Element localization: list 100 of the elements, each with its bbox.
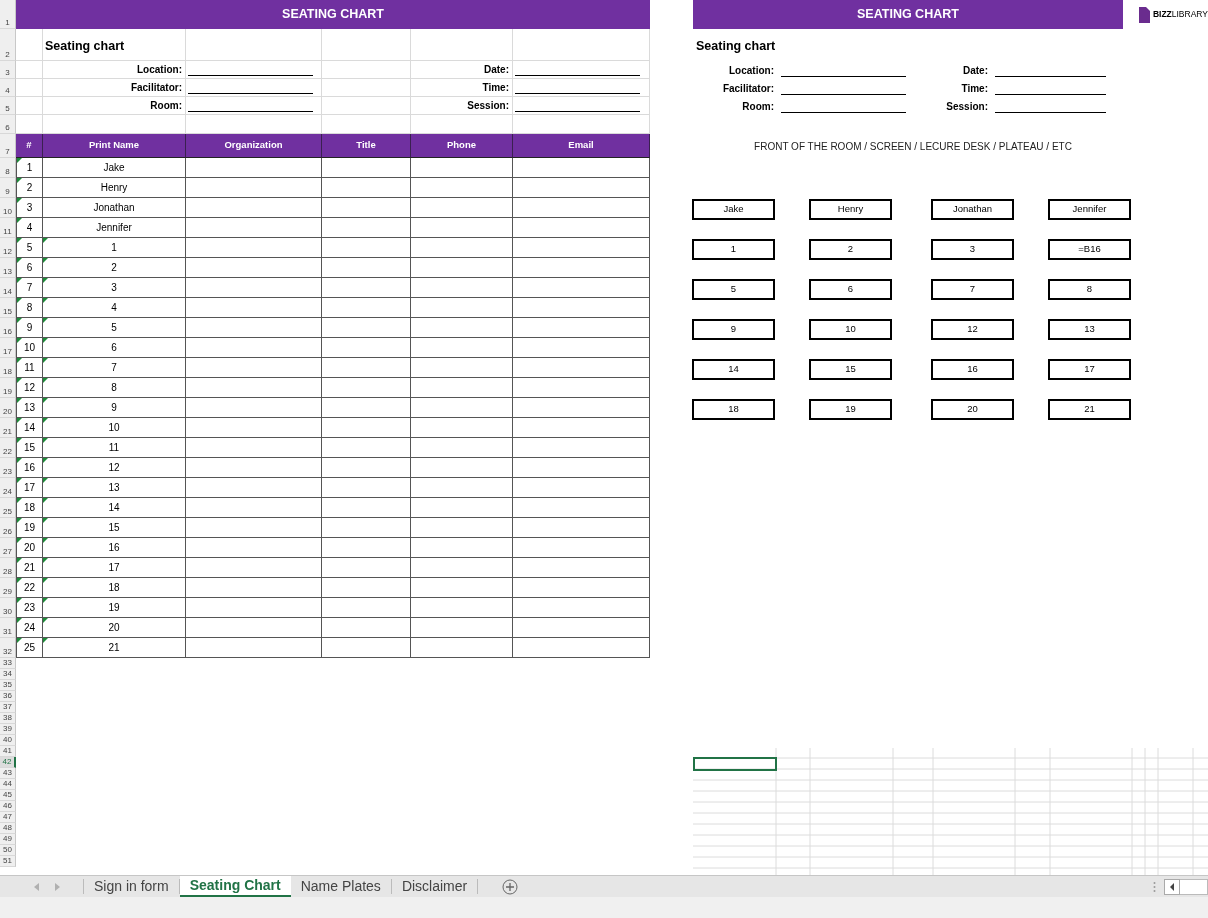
row-header[interactable]: 9 [0,178,16,198]
row-header[interactable]: 34 [0,669,16,680]
sheet-title: SEATING CHART [16,0,650,29]
row-header[interactable]: 29 [0,578,16,598]
row-header[interactable]: 36 [0,691,16,702]
row-header[interactable]: 12 [0,238,16,258]
row-header[interactable]: 8 [0,158,16,178]
row-header[interactable]: 7 [0,134,16,158]
table-cell: 2 [16,178,43,198]
column-header: Phone [411,134,513,158]
row-header[interactable]: 6 [0,115,16,134]
row-header[interactable]: 35 [0,680,16,691]
row-header[interactable]: 21 [0,418,16,438]
row-header[interactable]: 38 [0,713,16,724]
row-header[interactable]: 33 [0,658,16,669]
row-header[interactable]: 23 [0,458,16,478]
sheet-tab[interactable]: Name Plates [290,879,392,894]
seat-box: 13 [1048,318,1131,340]
table-cell: 20 [16,538,43,558]
table-cell: Jake [43,158,186,178]
row-header[interactable]: 49 [0,834,16,845]
seat-box: 20 [931,398,1014,420]
sheet-tab[interactable]: Sign in form [84,879,180,894]
row-header[interactable]: 1 [0,0,16,29]
row-header[interactable]: 46 [0,801,16,812]
row-header[interactable]: 40 [0,735,16,746]
seat-box: 21 [1048,398,1131,420]
row-header[interactable]: 2 [0,29,16,61]
table-cell: 3 [16,198,43,218]
seat-box: 12 [931,318,1014,340]
sheet-tab[interactable]: Seating Chart [179,876,291,897]
table-cell: 23 [16,598,43,618]
seat-box: Jake [692,198,775,220]
row-header[interactable]: 19 [0,378,16,398]
row-header[interactable]: 32 [0,638,16,658]
seat-box: 5 [692,278,775,300]
field-label: Facilitator: [721,82,774,97]
table-cell: 5 [16,238,43,258]
seat-box: 9 [692,318,775,340]
seat-box: 7 [931,278,1014,300]
row-header[interactable]: 28 [0,558,16,578]
table-cell: 1 [16,158,43,178]
seat-box: 2 [809,238,892,260]
field-label: Date: [411,61,513,79]
table-cell: 14 [16,418,43,438]
row-header[interactable]: 27 [0,538,16,558]
table-cell: 17 [43,558,186,578]
sheet-title: SEATING CHART [693,0,1123,29]
row-header[interactable]: 43 [0,768,16,779]
table-cell: 3 [43,278,186,298]
table-cell: 7 [43,358,186,378]
row-header[interactable]: 25 [0,498,16,518]
row-header[interactable]: 41 [0,746,16,757]
field-label: Time: [411,79,513,97]
row-header[interactable]: 22 [0,438,16,458]
column-header: Organization [186,134,322,158]
row-header[interactable]: 31 [0,618,16,638]
row-header[interactable]: 24 [0,478,16,498]
row-header[interactable]: 26 [0,518,16,538]
seat-box: 17 [1048,358,1131,380]
row-header[interactable]: 18 [0,358,16,378]
row-header[interactable]: 45 [0,790,16,801]
seat-box: 14 [692,358,775,380]
row-header[interactable]: 44 [0,779,16,790]
horizontal-scrollbar[interactable] [1180,878,1208,895]
row-header[interactable]: 3 [0,61,16,79]
row-header[interactable]: 13 [0,258,16,278]
sheet-tab[interactable]: Disclaimer [391,879,479,894]
scroll-left-icon[interactable] [1164,878,1180,895]
selected-cell[interactable] [693,757,777,771]
table-cell: 21 [16,558,43,578]
row-header[interactable]: 10 [0,198,16,218]
row-header[interactable]: 16 [0,318,16,338]
field-label: Location: [43,61,186,79]
row-header[interactable]: 5 [0,97,16,115]
table-cell: 11 [16,358,43,378]
table-cell: 10 [16,338,43,358]
row-header[interactable]: 47 [0,812,16,823]
row-header[interactable]: 51 [0,856,16,867]
row-header[interactable]: 48 [0,823,16,834]
row-header[interactable]: 37 [0,702,16,713]
front-label: FRONT OF THE ROOM / SCREEN / LECURE DESK / PLATEAU / ETC [753,139,1073,154]
row-header[interactable]: 20 [0,398,16,418]
table-cell: 25 [16,638,43,658]
table-cell: 14 [43,498,186,518]
seat-box: Jennifer [1048,198,1131,220]
row-header[interactable]: 17 [0,338,16,358]
row-header[interactable]: 39 [0,724,16,735]
seat-box: 8 [1048,278,1131,300]
table-cell: 18 [16,498,43,518]
row-header[interactable]: 14 [0,278,16,298]
row-header[interactable]: 30 [0,598,16,618]
field-label: Session: [945,100,988,115]
add-sheet-icon[interactable] [502,878,519,895]
row-header[interactable]: 11 [0,218,16,238]
seat-box: 18 [692,398,775,420]
seat-box: 16 [931,358,1014,380]
row-header[interactable]: 15 [0,298,16,318]
row-header[interactable]: 50 [0,845,16,856]
row-header[interactable]: 4 [0,79,16,97]
